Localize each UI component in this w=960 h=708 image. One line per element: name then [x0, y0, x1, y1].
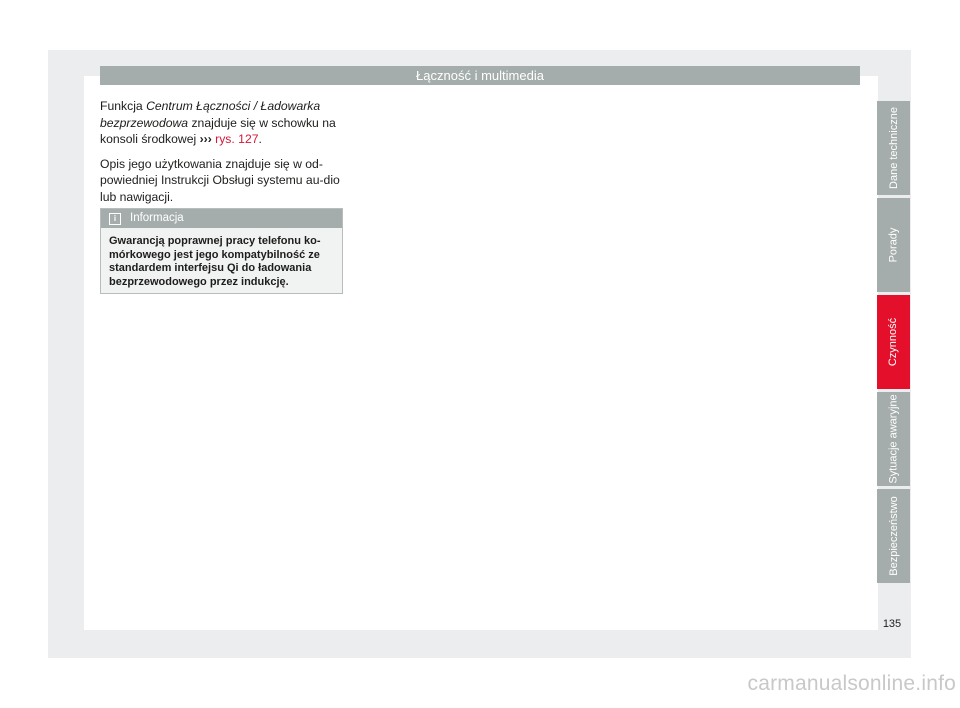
tab-label: Sytuacje awaryjne — [887, 394, 900, 484]
paragraph-1-end: . — [258, 132, 262, 147]
paragraph-2: Opis jego użytkowania znajduje się w od-… — [100, 156, 340, 204]
paragraph-1-lead: Funkcja — [100, 99, 147, 113]
paragraph-1: Funkcja Centrum Łączności / Ładowarka be… — [100, 98, 345, 148]
tab-dane-techniczne[interactable]: Dane techniczne — [877, 101, 910, 195]
info-icon: i — [109, 212, 121, 225]
info-box-title: Informacja — [130, 212, 184, 224]
page-number: 135 — [882, 618, 902, 630]
info-box-header: i Informacja — [101, 209, 342, 228]
tab-czynnosc[interactable]: Czynność — [877, 295, 910, 389]
tab-porady[interactable]: Porady — [877, 198, 910, 292]
tab-sytuacje-awaryjne[interactable]: Sytuacje awaryjne — [877, 392, 910, 486]
tab-bezpieczenstwo[interactable]: Bezpieczeństwo — [877, 489, 910, 583]
reference-arrows: ››› — [199, 132, 212, 147]
tab-label: Czynność — [887, 317, 900, 367]
info-box-text: Gwarancją poprawnej pracy telefonu ko-mó… — [109, 235, 321, 288]
watermark: carmanualsonline.info — [747, 672, 956, 695]
chapter-header: Łączność i multimedia — [100, 66, 860, 85]
tab-label: Dane techniczne — [887, 107, 900, 189]
tab-label: Porady — [887, 227, 900, 263]
tab-label: Bezpieczeństwo — [887, 496, 900, 576]
figure-link[interactable]: rys. 127 — [212, 132, 258, 146]
info-box: i Informacja Gwarancją poprawnej pracy t… — [100, 208, 343, 294]
text-column: Funkcja Centrum Łączności / Ładowarka be… — [100, 98, 345, 214]
